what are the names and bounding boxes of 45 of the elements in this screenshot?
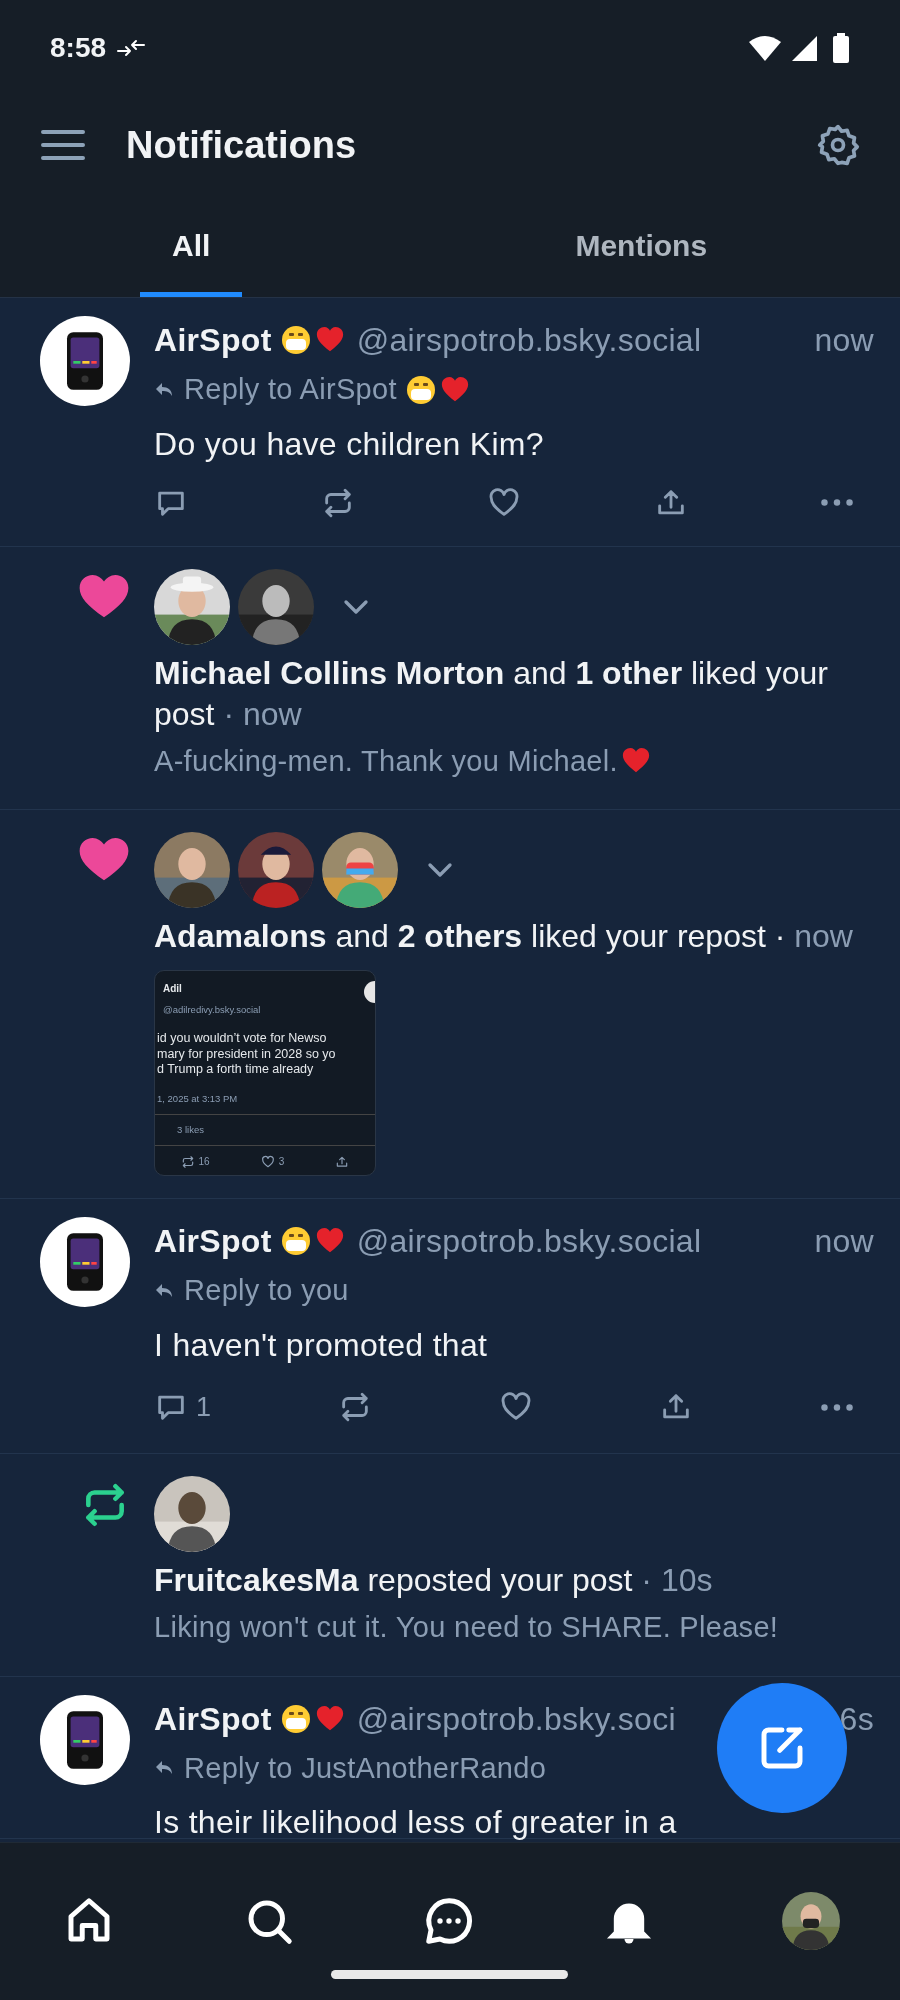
repost-count: 16	[198, 1155, 210, 1170]
post-excerpt: A-fucking-men. Thank you Michael.	[154, 744, 618, 777]
author-handle: @airspotrob.bsky.social	[356, 321, 702, 360]
wifi-icon	[748, 33, 782, 62]
more-icon	[820, 498, 854, 507]
page-title: Notifications	[126, 122, 357, 168]
profile-tab[interactable]	[782, 1891, 840, 1950]
notification-summary: Michael Collins Morton and 1 other liked your post · now	[154, 653, 829, 735]
heart-icon	[78, 836, 130, 883]
share-icon	[335, 1154, 350, 1169]
more-icon	[819, 1402, 854, 1412]
timestamp: 6s	[839, 1699, 874, 1739]
post-text: I haven't promoted that	[154, 1326, 488, 1363]
reply-button[interactable]: 1	[154, 1386, 212, 1428]
timestamp: now	[814, 1222, 874, 1262]
post-text: Is their likelihood less of greater in a	[154, 1804, 677, 1840]
author-name: AirSpot	[154, 1222, 272, 1262]
author-name: AirSpot	[154, 1699, 272, 1739]
notification-summary: FruitcakesMa reposted your post · 10s	[154, 1561, 714, 1601]
embedded-screenshot[interactable]: Adil @adilredivy.bsky.social id you wouldn’t vote for Newso mary for president in 2028 so yo d Trump a forth time already 1, 2025 at 3:13 PM 3 likes 16 3	[154, 969, 376, 1177]
author-name: AirSpot	[154, 321, 272, 360]
author-handle: @adilredivy.bsky.social	[163, 1002, 262, 1017]
settings-icon[interactable]	[816, 123, 860, 167]
post-text: id you wouldn’t vote for Newso mary for president in 2028 so yo d Trump a forth time already	[156, 1031, 337, 1078]
like-count: 3 likes	[176, 1123, 205, 1138]
reply-context: Reply to JustAnotherRando	[184, 1750, 547, 1786]
author-name: Adil	[163, 981, 182, 996]
post-date: 1, 2025 at 3:13 PM	[157, 1091, 239, 1106]
reply-context: Reply to you	[184, 1273, 349, 1309]
post-text: Do you have children Kim?	[154, 425, 544, 462]
reply-context: Reply to AirSpot	[184, 372, 397, 407]
author-handle: @airspotrob.bsky.social	[356, 1222, 702, 1262]
data-arrows-icon	[116, 37, 147, 58]
clock: 8:58	[50, 30, 107, 65]
like-count: 3	[278, 1155, 285, 1170]
heart-icon	[78, 572, 130, 619]
notification-summary: Adamalons and 2 others liked your repost · now	[154, 917, 854, 957]
menu-icon[interactable]	[40, 128, 86, 162]
heart-icon	[260, 1154, 275, 1169]
timestamp: now	[814, 321, 874, 360]
repost-icon	[180, 1154, 195, 1169]
battery-icon	[832, 32, 850, 63]
author-handle: @airspotrob.bsky.soci	[356, 1699, 676, 1739]
tab[interactable]: Mentions	[567, 195, 716, 297]
post-excerpt: Liking won't cut it. You need to SHARE. Please!	[154, 1611, 779, 1643]
